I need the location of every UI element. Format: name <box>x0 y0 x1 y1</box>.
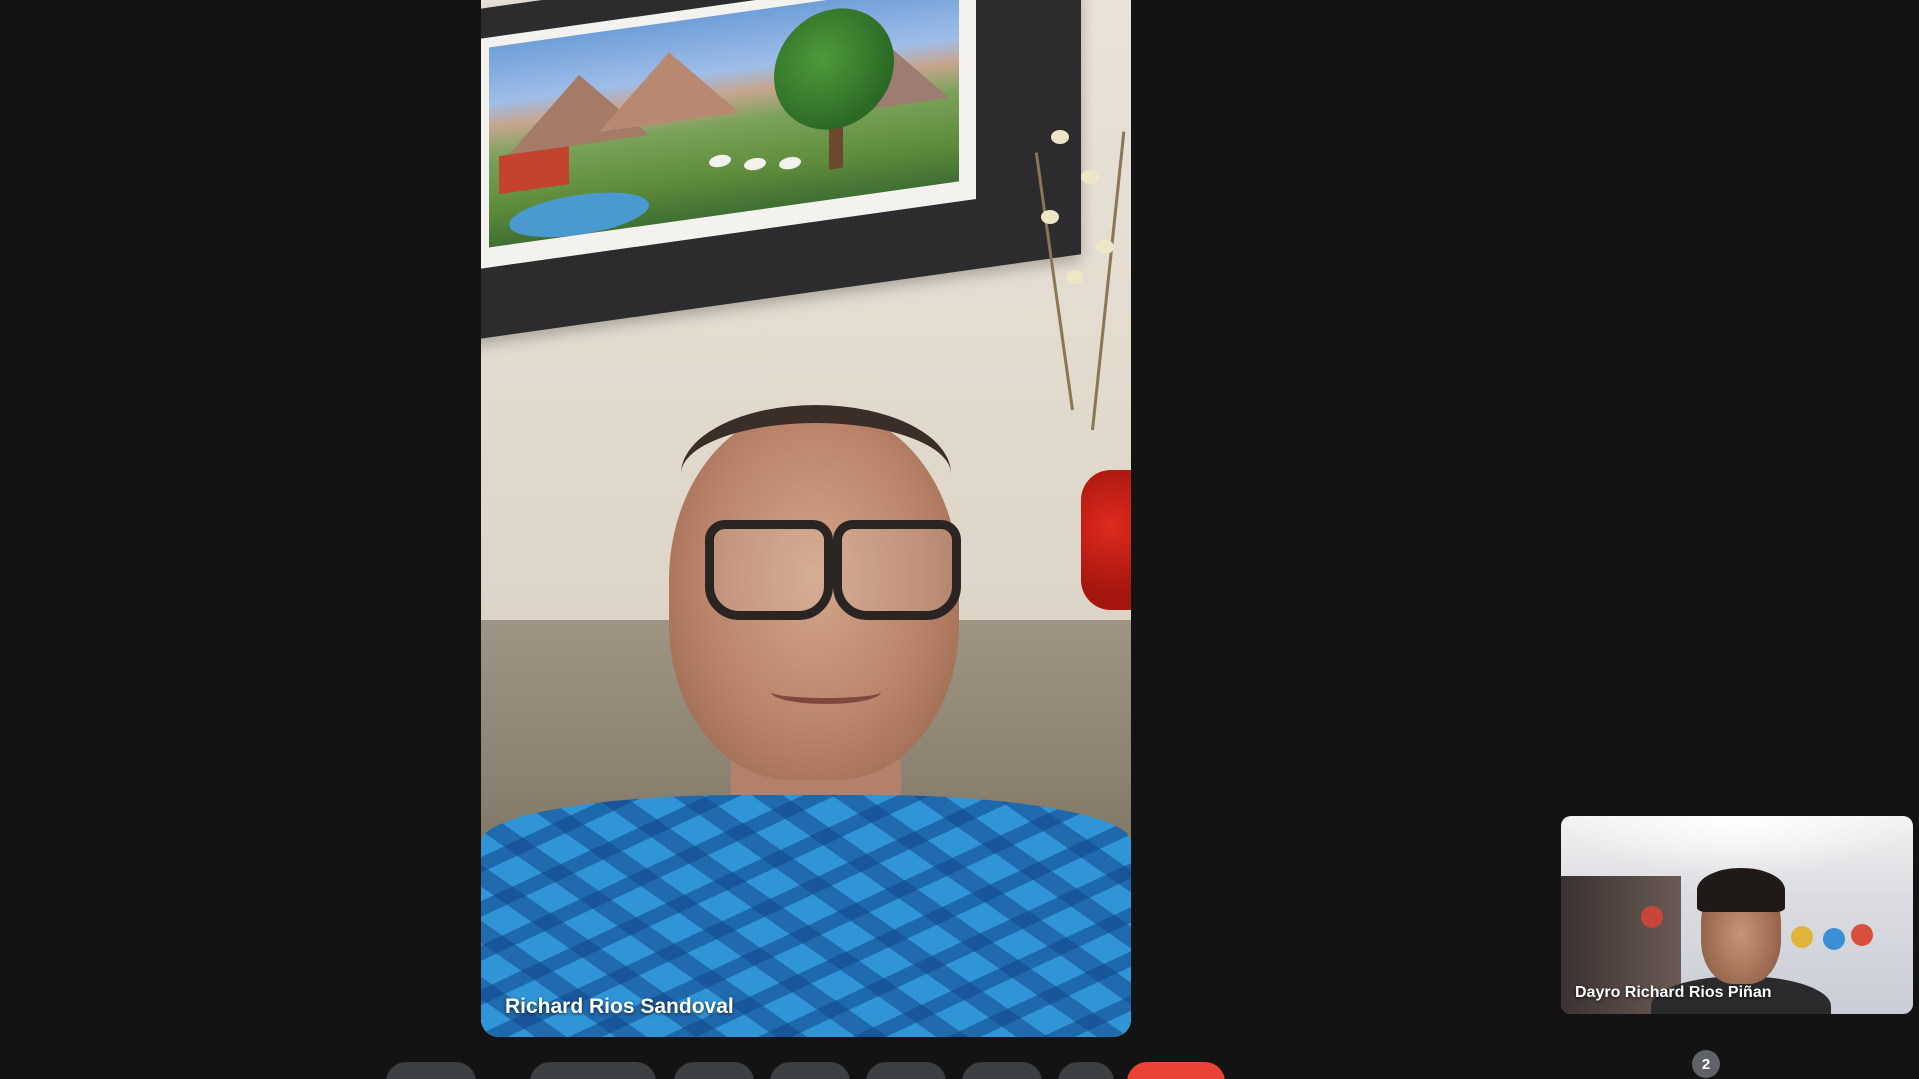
ceiling-light <box>1561 816 1913 876</box>
glasses-right-lens <box>833 520 961 620</box>
painting-river <box>509 184 649 245</box>
person-mouth <box>771 680 881 704</box>
red-flower <box>1081 470 1131 610</box>
camera-button[interactable] <box>530 1062 656 1079</box>
landscape-painting <box>489 0 959 248</box>
self-view-tile[interactable]: Dayro Richard Rios Piñan <box>1561 816 1913 1014</box>
painting-sheep <box>779 155 801 171</box>
plant-flower <box>1041 210 1059 224</box>
plant-flower <box>1066 270 1084 284</box>
painting-sheep <box>744 156 766 172</box>
microphone-button[interactable] <box>386 1062 476 1079</box>
self-view-name: Dayro Richard Rios Piñan <box>1575 984 1772 1001</box>
captions-button[interactable] <box>674 1062 754 1079</box>
painting-mountain <box>599 42 739 133</box>
meeting-stage: Richard Rios Sandoval Dayro Richard Rios… <box>0 0 1919 1079</box>
self-person-hair <box>1697 868 1785 912</box>
background-decoration <box>1823 928 1845 950</box>
glasses-left-lens <box>705 520 833 620</box>
background-decoration <box>1641 906 1663 928</box>
end-call-button[interactable] <box>1127 1062 1225 1079</box>
plant-flower <box>1081 170 1099 184</box>
main-participant-name: Richard Rios Sandoval <box>505 995 734 1018</box>
main-participant-tile[interactable]: Richard Rios Sandoval <box>481 0 1131 1037</box>
reactions-button[interactable] <box>962 1062 1042 1079</box>
more-options-button[interactable] <box>1058 1062 1114 1079</box>
background-decoration <box>1851 924 1873 946</box>
painting-tree <box>774 0 894 138</box>
call-controls-bar <box>0 1062 1919 1079</box>
present-button[interactable] <box>866 1062 946 1079</box>
plant-flower <box>1051 130 1069 144</box>
raise-hand-button[interactable] <box>770 1062 850 1079</box>
picture-mat <box>481 0 976 269</box>
background-decoration <box>1791 926 1813 948</box>
plant-flower <box>1096 240 1114 254</box>
painting-sheep <box>709 153 731 169</box>
